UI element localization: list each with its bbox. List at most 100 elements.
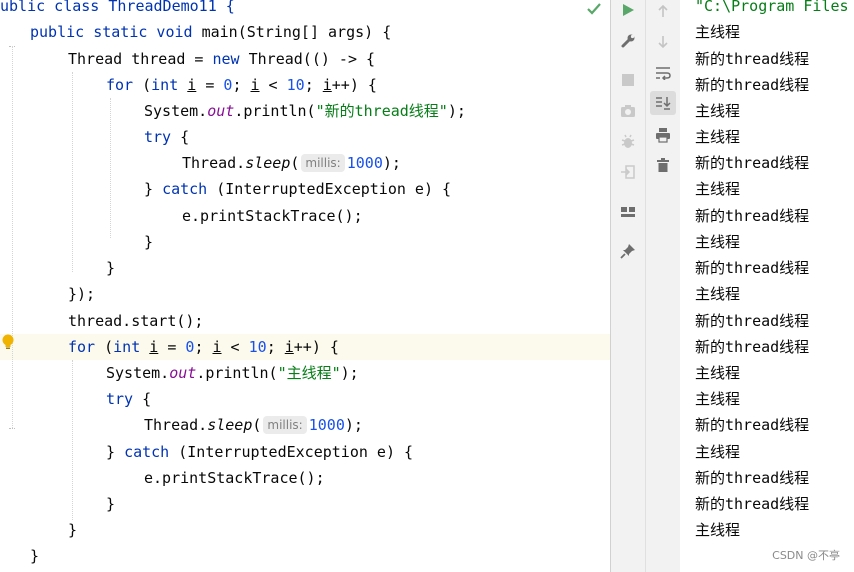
code-token: ++) { xyxy=(331,76,377,94)
console-line: 主线程 xyxy=(695,390,741,408)
code-token: sleep xyxy=(207,416,253,434)
console-line: 新的thread线程 xyxy=(695,469,810,487)
scroll-to-end-icon xyxy=(656,97,671,110)
code-token: out xyxy=(207,102,235,120)
previous-occurrence-button[interactable] xyxy=(650,0,676,23)
code-token: } xyxy=(144,233,154,251)
code-line[interactable]: } catch (InterruptedException e) { xyxy=(106,439,413,465)
code-token: .println( xyxy=(196,364,278,382)
code-token: ); xyxy=(382,154,401,172)
pin-button[interactable] xyxy=(615,239,641,263)
console-line: 新的thread线程 xyxy=(695,312,810,330)
code-token: ++) { xyxy=(293,338,339,356)
code-token: } xyxy=(144,180,163,198)
print-button[interactable] xyxy=(650,123,676,147)
code-line[interactable]: Thread.sleep(millis: 1000); xyxy=(144,412,363,438)
code-token: "新的thread线程" xyxy=(315,102,448,120)
up-arrow-icon xyxy=(658,4,668,17)
code-line[interactable]: } xyxy=(30,543,39,569)
debug-button[interactable] xyxy=(615,130,641,154)
run-toolbar-right xyxy=(645,0,681,572)
code-token: System. xyxy=(144,102,208,120)
code-token: out xyxy=(169,364,197,382)
exit-button[interactable] xyxy=(615,160,641,184)
code-token: { xyxy=(133,390,152,408)
code-line[interactable]: try { xyxy=(144,124,189,150)
code-line[interactable]: public static void main(String[] args) { xyxy=(30,19,391,45)
code-line[interactable]: for (int i = 0; i < 10; i++) { xyxy=(68,334,339,360)
code-line[interactable]: } xyxy=(68,517,77,543)
code-token: = xyxy=(158,338,186,356)
soft-wrap-icon xyxy=(656,67,671,80)
console-line: 主线程 xyxy=(695,521,741,539)
clear-all-button[interactable] xyxy=(650,153,676,177)
code-line[interactable]: ublic class ThreadDemo11 { xyxy=(0,0,235,19)
code-line[interactable]: } xyxy=(106,491,115,517)
code-token: i xyxy=(187,76,197,94)
code-token: public static void xyxy=(30,23,193,41)
camera-icon xyxy=(621,105,635,117)
console-line: 新的thread线程 xyxy=(695,338,810,356)
code-token: = xyxy=(196,76,224,94)
code-token: i xyxy=(149,338,159,356)
settings-button[interactable] xyxy=(615,29,641,53)
code-token: < xyxy=(221,338,249,356)
code-token: ublic class ThreadDemo11 { xyxy=(0,0,235,15)
code-token: ( xyxy=(290,154,300,172)
code-token: Thread(() -> { xyxy=(239,50,376,68)
code-line[interactable]: System.out.println("主线程"); xyxy=(106,360,359,386)
rerun-icon xyxy=(623,4,634,16)
code-token: Thread thread = xyxy=(68,50,213,68)
code-token: ); xyxy=(447,102,466,120)
fold-marker[interactable] xyxy=(9,428,15,429)
code-token: e.printStackTrace(); xyxy=(144,469,325,487)
code-token: int xyxy=(113,338,141,356)
console-line: 新的thread线程 xyxy=(695,495,810,513)
code-line[interactable]: } xyxy=(144,229,153,255)
code-line[interactable]: e.printStackTrace(); xyxy=(182,203,363,229)
code-editor[interactable]: ublic class ThreadDemo11 { public static… xyxy=(0,0,610,572)
code-line[interactable]: e.printStackTrace(); xyxy=(144,465,325,491)
code-line[interactable]: Thread thread = new Thread(() -> { xyxy=(68,46,375,72)
code-line[interactable]: }); xyxy=(68,281,95,307)
code-line[interactable]: } catch (InterruptedException e) { xyxy=(144,176,451,202)
next-occurrence-button[interactable] xyxy=(650,30,676,54)
code-token: ); xyxy=(344,416,363,434)
code-token: ( xyxy=(95,338,114,356)
code-line[interactable]: try { xyxy=(106,386,151,412)
code-token: .println( xyxy=(234,102,316,120)
code-token: ); xyxy=(340,364,359,382)
code-token: catch xyxy=(124,443,170,461)
code-token: i xyxy=(284,338,294,356)
check-icon xyxy=(587,3,601,15)
code-token: main(String[] args) { xyxy=(192,23,392,41)
code-token: thread.start(); xyxy=(68,312,204,330)
console-line: 主线程 xyxy=(695,102,741,120)
console-line: 新的thread线程 xyxy=(695,76,810,94)
indent-guide xyxy=(72,72,73,272)
scroll-to-end-button[interactable] xyxy=(650,91,676,115)
console-line: 主线程 xyxy=(695,285,741,303)
trash-icon xyxy=(657,158,669,172)
console-output[interactable]: "C:\Program Files 主线程 新的thread线程 新的threa… xyxy=(680,0,854,572)
code-line[interactable]: System.out.println("新的thread线程"); xyxy=(144,98,466,124)
code-line[interactable]: for (int i = 0; i < 10; i++) { xyxy=(106,72,377,98)
code-token: e.printStackTrace(); xyxy=(182,207,363,225)
stop-button[interactable] xyxy=(615,68,641,92)
code-token: ( xyxy=(133,76,152,94)
code-token: ; xyxy=(266,338,285,356)
layout-button[interactable] xyxy=(615,200,641,224)
rerun-button[interactable] xyxy=(615,0,641,22)
code-line[interactable]: Thread.sleep(millis: 1000); xyxy=(182,150,401,176)
dump-threads-button[interactable] xyxy=(615,99,641,123)
code-token: i xyxy=(322,76,332,94)
layout-icon xyxy=(621,207,635,217)
code-token: }); xyxy=(68,285,96,303)
soft-wrap-button[interactable] xyxy=(650,61,676,85)
lightbulb-icon[interactable] xyxy=(1,334,15,350)
code-token: } xyxy=(30,547,40,565)
code-token: (InterruptedException e) { xyxy=(169,443,414,461)
code-line[interactable]: thread.start(); xyxy=(68,308,203,334)
code-line[interactable]: } xyxy=(106,255,115,281)
console-line: 主线程 xyxy=(695,180,741,198)
